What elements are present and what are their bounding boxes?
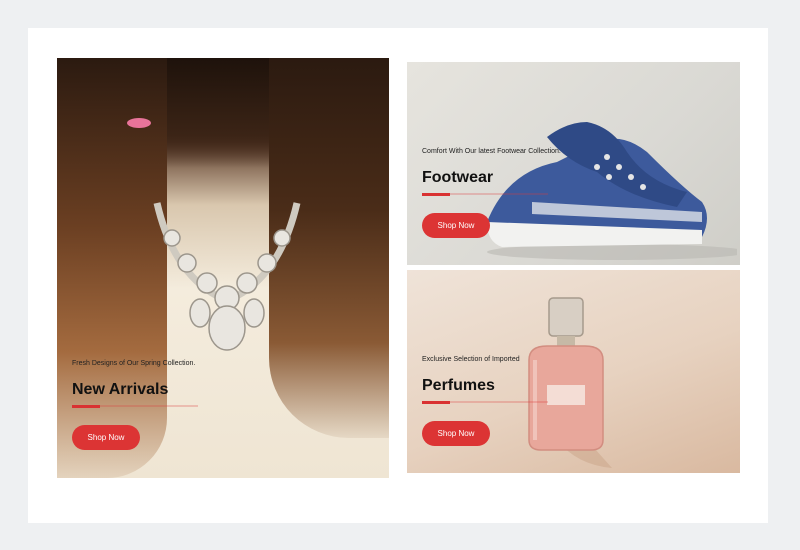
title-underline (72, 404, 198, 408)
banner-perfumes[interactable]: Exclusive Selection of Imported Perfumes… (407, 270, 740, 473)
banner-text: Exclusive Selection of Imported Perfumes… (422, 356, 548, 446)
title-underline (422, 400, 548, 404)
shop-now-button[interactable]: Shop Now (72, 425, 140, 450)
shop-now-button[interactable]: Shop Now (422, 421, 490, 446)
title-underline-accent (422, 192, 450, 196)
banner-title: New Arrivals (72, 381, 169, 398)
banner-subtitle: Fresh Designs of Our Spring Collection. (72, 360, 196, 367)
banner-subtitle: Comfort With Our latest Footwear Collect… (422, 148, 561, 155)
banner-title: Perfumes (422, 377, 495, 394)
banner-title: Footwear (422, 169, 494, 186)
title-underline (422, 192, 548, 196)
banner-new-arrivals[interactable]: Fresh Designs of Our Spring Collection. … (57, 58, 389, 478)
lips-image-part (127, 118, 151, 128)
necklace-image (153, 202, 301, 351)
banner-footwear[interactable]: Comfort With Our latest Footwear Collect… (407, 62, 740, 265)
title-underline-accent (422, 400, 450, 404)
shop-now-button[interactable]: Shop Now (422, 213, 490, 238)
banner-text: Fresh Designs of Our Spring Collection. … (72, 360, 198, 450)
banner-subtitle: Exclusive Selection of Imported (422, 356, 520, 363)
banner-text: Comfort With Our latest Footwear Collect… (422, 148, 561, 238)
title-underline-accent (72, 404, 100, 408)
